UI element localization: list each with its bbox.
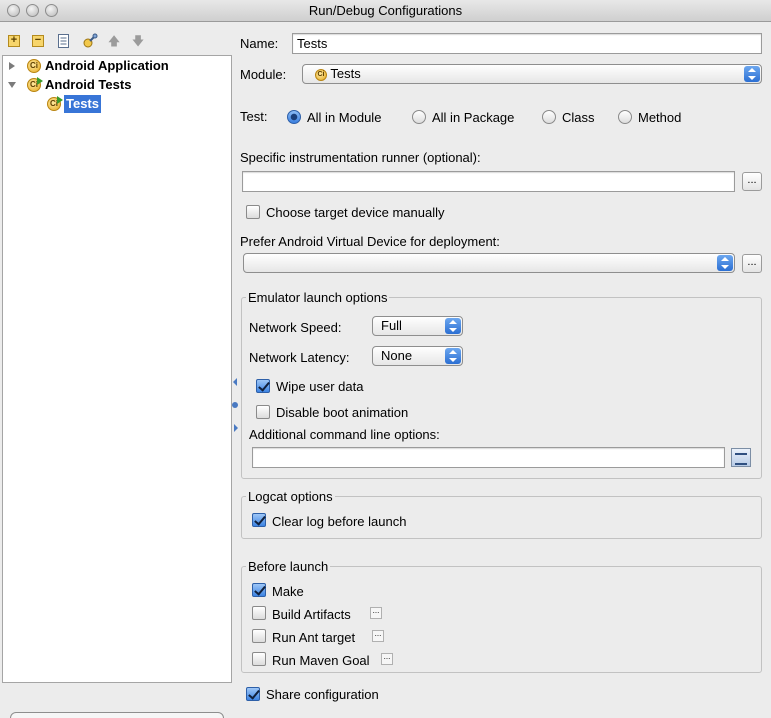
clear-log-label[interactable]: Clear log before launch <box>272 514 406 530</box>
tree-item-android-tests[interactable]: Ci Android Tests <box>3 76 231 94</box>
radio-all-in-package-label[interactable]: All in Package <box>432 110 514 126</box>
add-icon[interactable]: + <box>6 33 22 49</box>
radio-all-in-module-label[interactable]: All in Module <box>307 110 381 126</box>
before-launch-title: Before launch <box>246 559 331 575</box>
avd-browse-button[interactable]: ... <box>742 254 762 273</box>
move-up-icon[interactable]: 🡅 <box>106 33 122 49</box>
network-speed-value: Full <box>381 318 402 333</box>
network-latency-value: None <box>381 348 413 363</box>
close-window-button[interactable] <box>7 4 20 17</box>
emulator-options-title: Emulator launch options <box>246 290 390 306</box>
expand-arrow-icon[interactable] <box>9 62 15 70</box>
module-select[interactable]: Ci Tests <box>302 64 762 84</box>
test-config-icon: Ci <box>47 96 63 111</box>
network-speed-label: Network Speed: <box>249 320 342 335</box>
avd-select[interactable] <box>243 253 735 273</box>
radio-class-label[interactable]: Class <box>562 110 595 126</box>
network-latency-select[interactable]: None <box>372 346 463 366</box>
module-label: Module: <box>240 67 287 82</box>
runner-field[interactable] <box>242 171 735 192</box>
logcat-options-title: Logcat options <box>246 489 335 505</box>
make-label[interactable]: Make <box>272 584 304 600</box>
runner-label: Specific instrumentation runner (optiona… <box>240 150 481 165</box>
zoom-window-button[interactable] <box>45 4 58 17</box>
window-titlebar: Run/Debug Configurations <box>0 0 771 22</box>
avd-label: Prefer Android Virtual Device for deploy… <box>240 234 500 249</box>
wipe-user-data-checkbox[interactable] <box>256 379 270 393</box>
tree-item-label-selected: Tests <box>64 95 101 113</box>
disable-boot-animation-checkbox[interactable] <box>256 405 270 419</box>
share-configuration-label[interactable]: Share configuration <box>266 687 379 703</box>
share-configuration-checkbox[interactable] <box>246 687 260 701</box>
remove-glyph: − <box>32 35 44 47</box>
run-maven-goal-label[interactable]: Run Maven Goal <box>272 653 370 669</box>
panel-splitter[interactable] <box>232 22 238 718</box>
config-toolbar: + − 🡅 🡇 <box>0 30 232 52</box>
network-latency-label: Network Latency: <box>249 350 350 365</box>
test-label: Test: <box>240 109 268 124</box>
tree-item-tests[interactable]: Ci Tests <box>3 95 231 113</box>
chevron-updown-icon <box>445 318 461 334</box>
choose-device-checkbox[interactable] <box>246 205 260 219</box>
expand-text-icon[interactable] <box>731 448 751 467</box>
run-maven-goal-options-button[interactable]: ... <box>381 653 393 665</box>
run-ant-target-label[interactable]: Run Ant target <box>272 630 355 646</box>
run-maven-goal-checkbox[interactable] <box>252 652 266 666</box>
splitter-left-arrow-icon[interactable] <box>233 378 237 386</box>
move-down-glyph: 🡇 <box>131 34 145 48</box>
window-title: Run/Debug Configurations <box>308 3 463 18</box>
add-glyph: + <box>8 35 20 47</box>
tree-item-label: Android Application <box>45 58 169 73</box>
disable-boot-animation-label[interactable]: Disable boot animation <box>276 405 408 421</box>
chevron-updown-icon <box>717 255 733 271</box>
radio-method[interactable] <box>618 110 632 124</box>
module-icon: Ci <box>315 68 327 81</box>
radio-method-label[interactable]: Method <box>638 110 681 126</box>
build-artifacts-checkbox[interactable] <box>252 606 266 620</box>
collapse-arrow-icon[interactable] <box>8 82 16 88</box>
radio-all-in-module[interactable] <box>287 110 301 124</box>
name-label: Name: <box>240 36 279 51</box>
tree-item-android-application[interactable]: Ci Android Application <box>3 57 231 75</box>
copy-icon[interactable] <box>56 33 72 49</box>
android-config-icon: Ci <box>27 59 41 73</box>
move-up-glyph: 🡅 <box>107 34 121 48</box>
run-ant-target-checkbox[interactable] <box>252 629 266 643</box>
configurations-tree[interactable]: Ci Android Application Ci Android Tests … <box>2 55 232 683</box>
network-speed-select[interactable]: Full <box>372 316 463 336</box>
build-artifacts-options-button[interactable]: ... <box>370 607 382 619</box>
chevron-updown-icon <box>744 66 760 82</box>
remove-icon[interactable]: − <box>30 33 46 49</box>
minimize-window-button[interactable] <box>26 4 39 17</box>
splitter-right-arrow-icon[interactable] <box>234 424 238 432</box>
splitter-grip-icon[interactable] <box>232 402 238 408</box>
android-tests-config-icon: Ci <box>27 77 43 92</box>
move-down-icon[interactable]: 🡇 <box>130 33 146 49</box>
radio-all-in-package[interactable] <box>412 110 426 124</box>
bottom-button-partial[interactable] <box>10 712 224 718</box>
build-artifacts-label[interactable]: Build Artifacts <box>272 607 351 623</box>
chevron-updown-icon <box>445 348 461 364</box>
clear-log-checkbox[interactable] <box>252 513 266 527</box>
runner-browse-button[interactable]: ... <box>742 172 762 191</box>
cmdline-options-field[interactable] <box>252 447 725 468</box>
radio-class[interactable] <box>542 110 556 124</box>
module-select-value: Tests <box>330 66 361 81</box>
name-field[interactable]: Tests <box>292 33 762 54</box>
cmdline-options-label: Additional command line options: <box>249 427 440 442</box>
tree-item-label: Android Tests <box>45 77 132 92</box>
wipe-user-data-label[interactable]: Wipe user data <box>276 379 363 395</box>
run-ant-target-options-button[interactable]: ... <box>372 630 384 642</box>
choose-device-label[interactable]: Choose target device manually <box>266 205 445 221</box>
make-checkbox[interactable] <box>252 583 266 597</box>
edit-defaults-icon[interactable] <box>82 33 98 49</box>
